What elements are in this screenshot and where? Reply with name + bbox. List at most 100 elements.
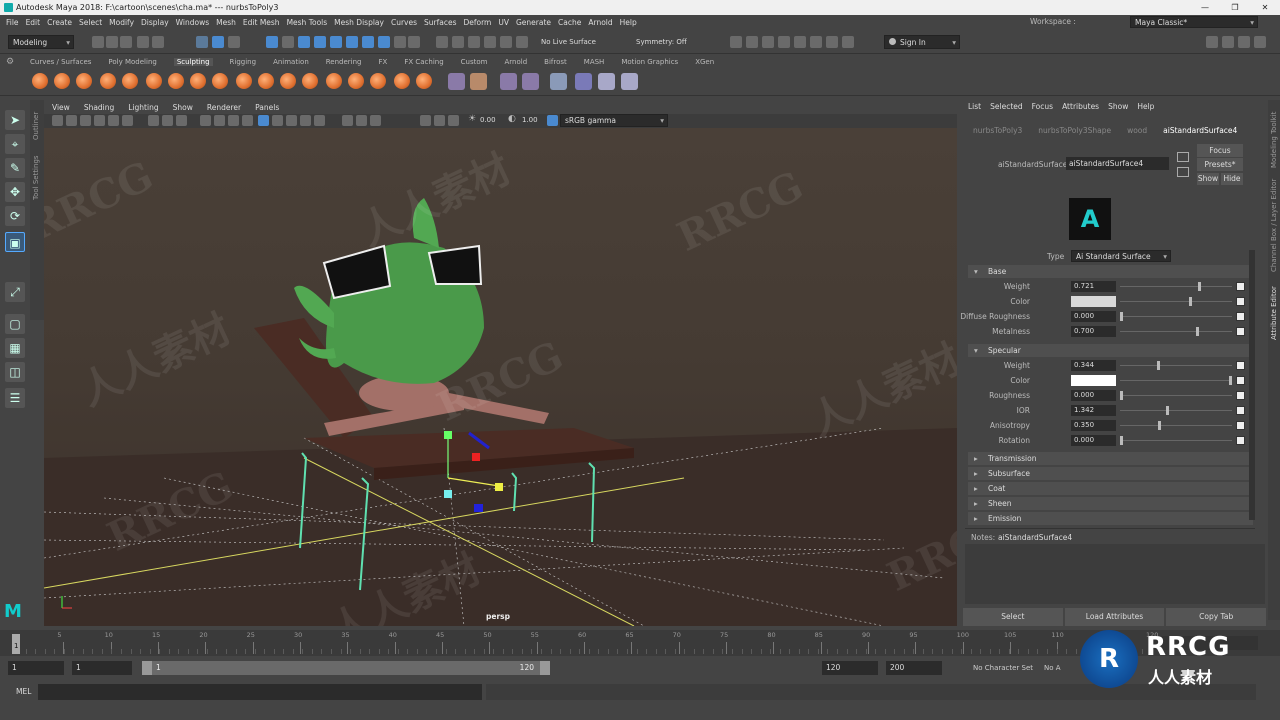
snap-surface-icon[interactable]	[330, 36, 342, 48]
panel-menu-view[interactable]: View	[52, 103, 70, 112]
node-tab-nurbstopoly3[interactable]: nurbsToPoly3	[973, 126, 1022, 138]
panel-menu-lighting[interactable]: Lighting	[128, 103, 158, 112]
notes-value[interactable]: aiStandardSurface4	[998, 533, 1072, 542]
range-handle-start[interactable]	[142, 661, 152, 675]
isolate-select-icon[interactable]	[342, 115, 353, 126]
lasso-tool-icon[interactable]: ⌖	[5, 134, 25, 154]
section-emission[interactable]: Emission	[968, 512, 1253, 525]
lighting-icon[interactable]	[272, 115, 283, 126]
attr-slider-track[interactable]	[1120, 425, 1232, 426]
snap-vertex-icon[interactable]	[362, 36, 374, 48]
attr-value-field[interactable]	[1071, 296, 1116, 307]
focus-input-icon[interactable]	[1177, 152, 1189, 162]
pause-icon[interactable]	[842, 36, 854, 48]
attr-slider-track[interactable]	[1120, 301, 1232, 302]
outliner-layout-icon[interactable]: ☰	[5, 388, 25, 408]
snap-curve-icon[interactable]	[282, 36, 294, 48]
imprint-tool-icon[interactable]	[236, 73, 252, 89]
attr-slider-knob[interactable]	[1120, 312, 1123, 321]
shelf-settings-gear-icon[interactable]: ⚙	[6, 57, 20, 67]
ae-menu-attributes[interactable]: Attributes	[1062, 102, 1099, 114]
wireframe-on-shaded-icon[interactable]	[228, 115, 239, 126]
attr-value-field[interactable]: 0.344	[1071, 360, 1116, 371]
film-gate-icon[interactable]	[162, 115, 173, 126]
shelf-tab-fx[interactable]: FX	[379, 58, 388, 66]
resolution-gate-icon[interactable]	[176, 115, 187, 126]
section-base[interactable]: Base	[968, 265, 1253, 278]
minimize-button[interactable]: —	[1190, 0, 1220, 15]
workspace-dropdown[interactable]: Maya Classic*	[1130, 16, 1258, 28]
camera-attributes-icon[interactable]	[66, 115, 77, 126]
menu-surfaces[interactable]: Surfaces	[424, 18, 456, 27]
end-frame-field[interactable]: 200	[886, 661, 942, 675]
attr-value-field[interactable]: 0.000	[1071, 311, 1116, 322]
scrape-tool-icon[interactable]	[280, 73, 296, 89]
shelf-tab-sculpting[interactable]: Sculpting	[173, 58, 213, 66]
xray-joints-icon[interactable]	[356, 115, 367, 126]
menu-curves[interactable]: Curves	[391, 18, 417, 27]
camera-select-icon[interactable]	[52, 115, 63, 126]
relax-tool-icon[interactable]	[76, 73, 92, 89]
knife-tool-icon[interactable]	[326, 73, 342, 89]
menu-arnold[interactable]: Arnold	[588, 18, 612, 27]
map-texture-icon[interactable]	[1236, 376, 1245, 385]
node-tab-nurbstopoly3shape[interactable]: nurbsToPoly3Shape	[1038, 126, 1111, 138]
snap-edge-icon[interactable]	[346, 36, 358, 48]
panel-menu-show[interactable]: Show	[173, 103, 193, 112]
bulge-tool-icon[interactable]	[370, 73, 386, 89]
shelf-tab-motion-graphics[interactable]: Motion Graphics	[621, 58, 678, 66]
map-texture-icon[interactable]	[1236, 297, 1245, 306]
attribute-editor-tab[interactable]: Attribute Editor	[1270, 286, 1278, 340]
sculpt-layer-icon[interactable]	[522, 73, 539, 90]
menu-create[interactable]: Create	[47, 18, 72, 27]
attr-slider-track[interactable]	[1120, 316, 1232, 317]
grease-pencil-icon[interactable]	[122, 115, 133, 126]
exposure-field[interactable]: 0.00	[480, 116, 496, 124]
save-scene-icon[interactable]	[120, 36, 132, 48]
attr-value-field[interactable]: 0.350	[1071, 420, 1116, 431]
menu-edit-mesh[interactable]: Edit Mesh	[243, 18, 280, 27]
scale-tool-icon[interactable]: ▣	[5, 232, 25, 252]
range-slider[interactable]: 1 120	[142, 661, 550, 675]
node-tab-aistandardsurface4[interactable]: aiStandardSurface4	[1163, 126, 1237, 138]
symmetry-field[interactable]: Symmetry: Off	[636, 38, 687, 46]
layout-icon-1[interactable]	[730, 36, 742, 48]
menu-mesh[interactable]: Mesh	[216, 18, 236, 27]
attr-slider-knob[interactable]	[1165, 406, 1169, 415]
map-texture-icon[interactable]	[1236, 391, 1245, 400]
sculpt-tool-icon[interactable]	[32, 73, 48, 89]
blend-shape-icon[interactable]	[575, 73, 592, 90]
attr-slider-knob[interactable]	[1198, 282, 1202, 291]
smear-tool-icon[interactable]	[348, 73, 364, 89]
select-hierarchy-icon[interactable]	[196, 36, 208, 48]
two-pane-layout-icon[interactable]: ◫	[5, 362, 25, 382]
attr-value-field[interactable]: 0.000	[1071, 390, 1116, 401]
map-texture-icon[interactable]	[1236, 327, 1245, 336]
amplify-tool-icon[interactable]	[394, 73, 410, 89]
shelf-tab-xgen[interactable]: XGen	[695, 58, 714, 66]
load-attributes-button[interactable]: Load Attributes	[1064, 608, 1165, 626]
section-sheen[interactable]: Sheen	[968, 497, 1253, 510]
select-tool-icon[interactable]: ➤	[5, 110, 25, 130]
shelf-tab-poly-modeling[interactable]: Poly Modeling	[108, 58, 156, 66]
live-surface-field[interactable]: No Live Surface	[541, 38, 596, 46]
menu-windows[interactable]: Windows	[176, 18, 209, 27]
ae-menu-list[interactable]: List	[968, 102, 981, 114]
shelf-tab-fx-caching[interactable]: FX Caching	[404, 58, 443, 66]
focus-output-icon[interactable]	[1177, 167, 1189, 177]
open-scene-icon[interactable]	[106, 36, 118, 48]
attr-slider-track[interactable]	[1120, 331, 1232, 332]
type-dropdown[interactable]: Ai Standard Surface	[1071, 250, 1171, 262]
show-button[interactable]: Show	[1197, 173, 1219, 185]
range-start-field[interactable]: 1	[72, 661, 132, 675]
attr-value-field[interactable]	[1071, 375, 1116, 386]
wireframe-icon[interactable]	[200, 115, 211, 126]
attribute-scrollbar[interactable]	[1249, 250, 1255, 520]
attr-slider-track[interactable]	[1120, 395, 1232, 396]
grab-tool-icon[interactable]	[100, 73, 116, 89]
render-settings-icon[interactable]	[468, 36, 480, 48]
channel-box-icon[interactable]	[1238, 36, 1250, 48]
convert-freeze-icon[interactable]	[448, 73, 465, 90]
new-scene-icon[interactable]	[92, 36, 104, 48]
attr-slider-knob[interactable]	[1158, 421, 1162, 430]
